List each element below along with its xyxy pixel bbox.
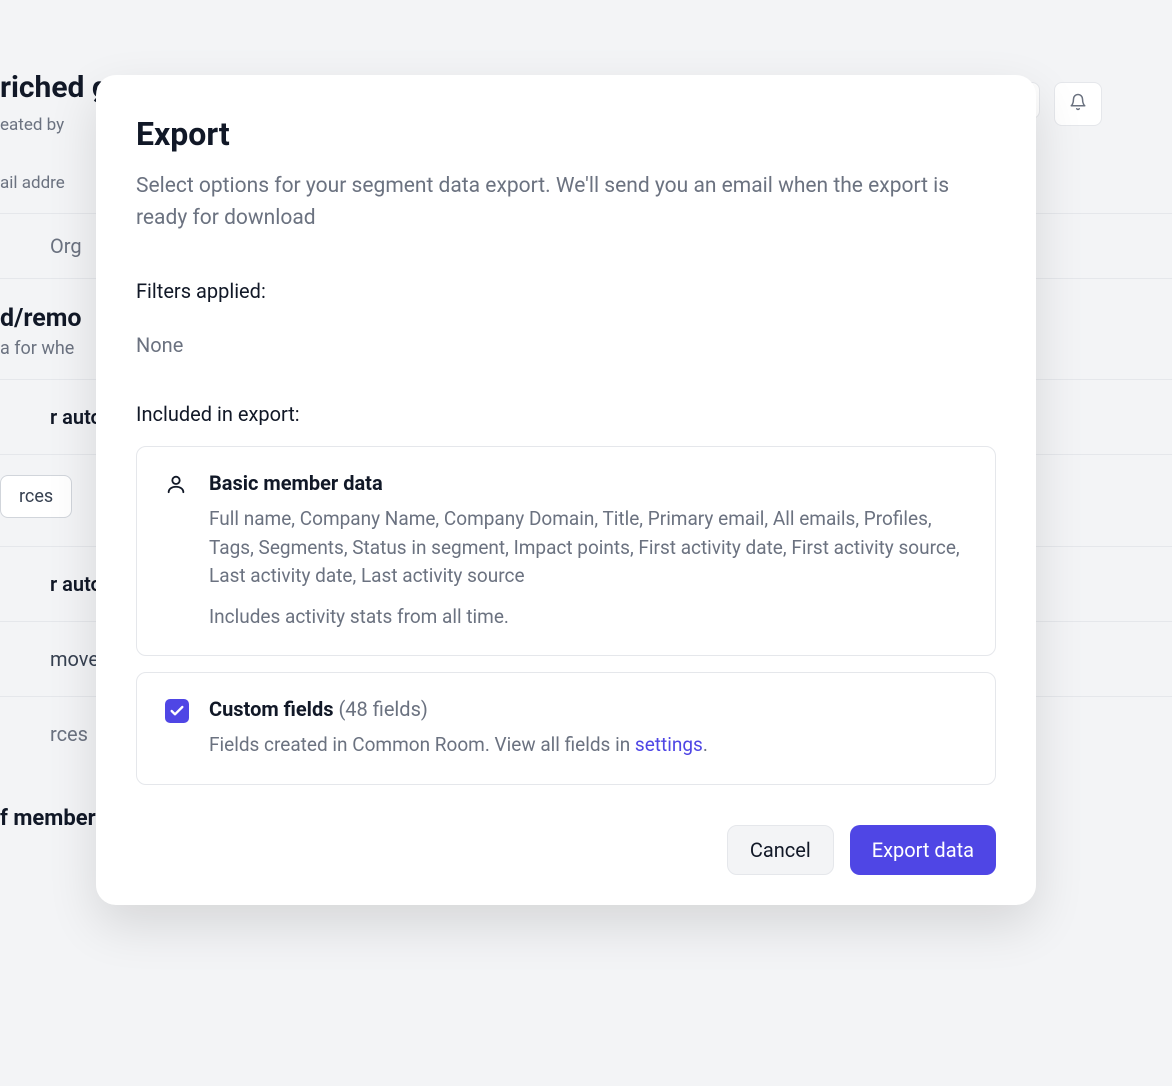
filters-applied-label: Filters applied: <box>136 279 996 303</box>
custom-fields-checkbox[interactable] <box>165 699 189 723</box>
person-icon <box>165 471 189 631</box>
custom-fields-count: (48 fields) <box>338 697 427 721</box>
cancel-button[interactable]: Cancel <box>727 825 834 875</box>
filters-applied-value: None <box>136 333 996 357</box>
export-data-button[interactable]: Export data <box>850 825 996 875</box>
custom-fields-card: Custom fields (48 fields) Fields created… <box>136 672 996 785</box>
sources-button-partial[interactable]: rces <box>0 475 72 518</box>
basic-data-title: Basic member data <box>209 471 967 495</box>
basic-data-fields: Full name, Company Name, Company Domain,… <box>209 507 960 587</box>
modal-title: Export <box>136 115 996 153</box>
org-tab-partial: Org <box>50 234 82 258</box>
settings-link[interactable]: settings <box>635 733 703 756</box>
custom-fields-title: Custom fields (48 fields) <box>209 697 967 721</box>
basic-data-note: Includes activity stats from all time. <box>209 605 509 628</box>
modal-footer: Cancel Export data <box>136 825 996 875</box>
bell-icon <box>1069 93 1087 111</box>
bell-button[interactable] <box>1054 82 1102 126</box>
custom-fields-desc: Fields created in Common Room. View all … <box>209 731 967 760</box>
check-icon <box>169 703 185 719</box>
modal-description: Select options for your segment data exp… <box>136 171 996 234</box>
basic-member-data-card: Basic member data Full name, Company Nam… <box>136 446 996 656</box>
included-label: Included in export: <box>136 402 996 426</box>
export-modal: Export Select options for your segment d… <box>96 75 1036 905</box>
